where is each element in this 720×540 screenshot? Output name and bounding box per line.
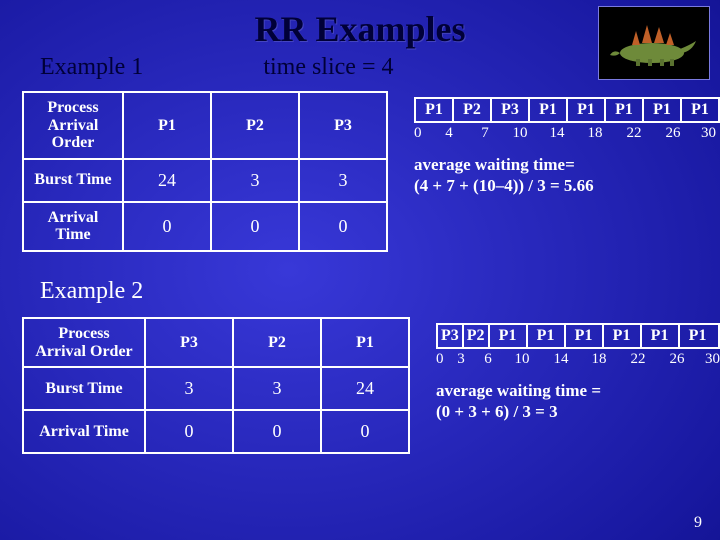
table-header: Process Arrival Order: [23, 318, 145, 367]
avg-wait-1: average waiting time= (4 + 7 + (10–4)) /…: [414, 154, 720, 197]
gantt-segment: P1: [416, 99, 454, 121]
table-cell: 0: [321, 410, 409, 453]
example-2-label: Example 2: [0, 252, 720, 317]
table-header: P1: [123, 92, 211, 159]
table-cell: 24: [123, 159, 211, 202]
table-header: P3: [299, 92, 387, 159]
table-header: P3: [145, 318, 233, 367]
gantt-segment: P2: [464, 325, 490, 347]
table-header: Burst Time: [23, 367, 145, 410]
table-cell: 0: [299, 202, 387, 251]
table-header: P1: [321, 318, 409, 367]
gantt-segment: P1: [530, 99, 568, 121]
avg-wait-2: average waiting time = (0 + 3 + 6) / 3 =…: [436, 380, 720, 423]
table-header: P2: [211, 92, 299, 159]
example-2-table: Process Arrival Order P3 P2 P1 Burst Tim…: [22, 317, 410, 454]
dinosaur-image: [598, 6, 710, 80]
table-header: Burst Time: [23, 159, 123, 202]
table-header: Process Arrival Order: [23, 92, 123, 159]
gantt-segment: P1: [568, 99, 606, 121]
table-cell: 0: [233, 410, 321, 453]
table-cell: 3: [299, 159, 387, 202]
gantt-segment: P1: [604, 325, 642, 347]
gantt-segment: P1: [490, 325, 528, 347]
table-cell: 3: [145, 367, 233, 410]
gantt-segment: P1: [680, 325, 716, 347]
gantt-chart-1: P1 P2 P3 P1 P1 P1 P1 P1: [414, 97, 720, 123]
table-cell: 24: [321, 367, 409, 410]
table-cell: 3: [233, 367, 321, 410]
gantt-segment: P2: [454, 99, 492, 121]
gantt-segment: P1: [606, 99, 644, 121]
example-1-table: Process Arrival Order P1 P2 P3 Burst Tim…: [22, 91, 388, 252]
table-header: Arrival Time: [23, 410, 145, 453]
gantt-segment: P1: [528, 325, 566, 347]
gantt-segment: P1: [566, 325, 604, 347]
gantt-chart-2: P3 P2 P1 P1 P1 P1 P1 P1: [436, 323, 720, 349]
page-number: 9: [694, 514, 702, 532]
gantt-segment: P3: [438, 325, 464, 347]
example-1-label: Example 1: [40, 54, 143, 81]
table-header: P2: [233, 318, 321, 367]
time-slice-label: time slice = 4: [263, 54, 393, 81]
gantt-segment: P1: [642, 325, 680, 347]
table-cell: 0: [123, 202, 211, 251]
gantt-ticks-1: 0 4 7 10 14 18 22 26 30: [414, 125, 720, 142]
table-cell: 0: [145, 410, 233, 453]
table-header: Arrival Time: [23, 202, 123, 251]
gantt-segment: P3: [492, 99, 530, 121]
gantt-ticks-2: 0 3 6 10 14 18 22 26 30: [436, 351, 720, 368]
table-cell: 3: [211, 159, 299, 202]
gantt-segment: P1: [682, 99, 718, 121]
table-cell: 0: [211, 202, 299, 251]
gantt-segment: P1: [644, 99, 682, 121]
